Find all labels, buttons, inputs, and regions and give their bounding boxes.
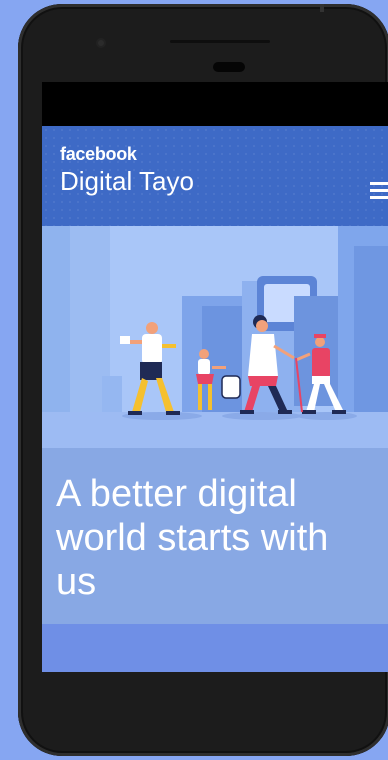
phone-side-button [320, 4, 324, 12]
menu-icon-bar [370, 182, 388, 185]
menu-icon-bar [370, 196, 388, 199]
phone-earpiece [213, 62, 245, 72]
front-camera [98, 40, 104, 46]
hamburger-menu-icon[interactable] [370, 182, 388, 200]
status-bar [42, 82, 388, 126]
phone-top-speaker [170, 40, 270, 43]
hero-tagline: A better digital world starts with us [56, 473, 329, 603]
facebook-logo[interactable]: facebook [60, 144, 137, 165]
menu-icon-bar [370, 189, 388, 192]
next-section [42, 624, 388, 672]
phone-screen: facebook Digital Tayo A better digital w… [42, 82, 388, 672]
site-header: facebook Digital Tayo [42, 126, 388, 226]
people-walking-illustration [42, 226, 388, 448]
site-title[interactable]: Digital Tayo [60, 166, 194, 197]
tagline-section: A better digital world starts with us [42, 448, 388, 624]
hero-illustration [42, 226, 388, 448]
